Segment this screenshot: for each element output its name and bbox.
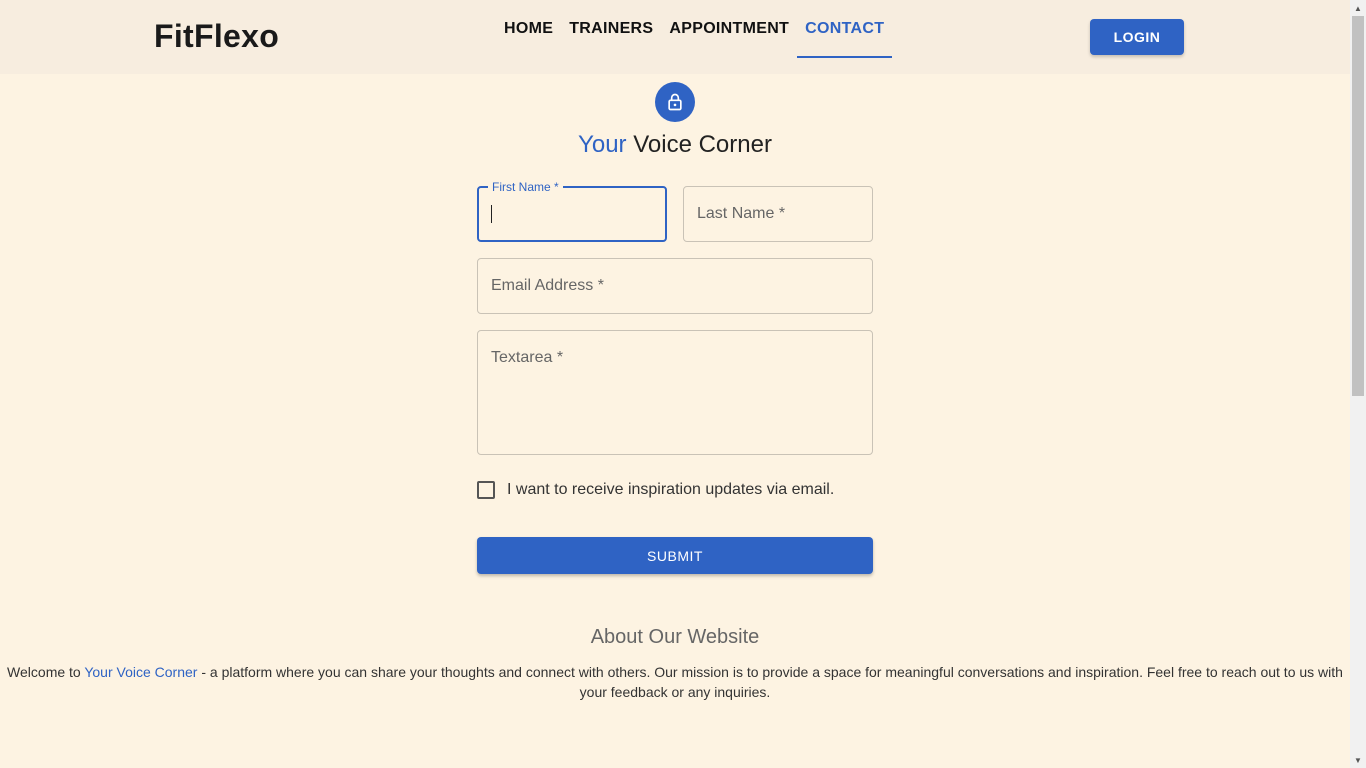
- about-title: About Our Website: [590, 626, 760, 648]
- updates-checkbox-row[interactable]: I want to receive inspiration updates vi…: [477, 481, 834, 499]
- updates-checkbox-label[interactable]: I want to receive inspiration updates vi…: [507, 481, 834, 499]
- brand-logo-text[interactable]: FitFlexo: [154, 18, 279, 55]
- top-navbar: FitFlexo HOME TRAINERS APPOINTMENT CONTA…: [0, 0, 1350, 74]
- nav-home[interactable]: HOME: [496, 0, 561, 58]
- form-title-accent: Your: [578, 131, 627, 158]
- nav-appointment[interactable]: APPOINTMENT: [661, 0, 797, 58]
- about-text: Welcome to Your Voice Corner - a platfor…: [0, 662, 1350, 702]
- email-field[interactable]: Email Address *: [477, 258, 873, 314]
- about-text-before: Welcome to: [7, 664, 85, 680]
- lock-icon-glyph: [668, 93, 682, 111]
- form-title-rest: Voice Corner: [626, 131, 772, 158]
- textarea-placeholder: Textarea *: [491, 349, 564, 366]
- login-button[interactable]: LOGIN: [1090, 19, 1184, 55]
- updates-checkbox[interactable]: [477, 481, 495, 499]
- about-text-accent: Your Voice Corner: [84, 664, 198, 680]
- text-caret: [491, 205, 492, 223]
- last-name-field[interactable]: Last Name *: [683, 186, 873, 242]
- scrollbar-thumb[interactable]: [1352, 16, 1364, 396]
- scroll-down-arrow-icon[interactable]: ▼: [1350, 752, 1366, 768]
- main-nav: HOME TRAINERS APPOINTMENT CONTACT: [496, 0, 893, 60]
- first-name-label: First Name *: [488, 180, 563, 194]
- first-name-field[interactable]: First Name *: [477, 180, 667, 242]
- about-text-after: - a platform where you can share your th…: [197, 664, 1343, 700]
- nav-contact[interactable]: CONTACT: [797, 0, 893, 58]
- lock-icon: [655, 82, 695, 122]
- email-placeholder: Email Address *: [491, 277, 604, 294]
- message-textarea[interactable]: Textarea *: [477, 330, 873, 455]
- form-title: Your Voice Corner: [0, 131, 1350, 159]
- nav-trainers[interactable]: TRAINERS: [561, 0, 661, 58]
- last-name-placeholder: Last Name *: [697, 205, 786, 222]
- vertical-scrollbar[interactable]: ▲ ▼: [1350, 0, 1366, 768]
- scroll-up-arrow-icon[interactable]: ▲: [1350, 0, 1366, 16]
- submit-button[interactable]: SUBMIT: [477, 537, 873, 574]
